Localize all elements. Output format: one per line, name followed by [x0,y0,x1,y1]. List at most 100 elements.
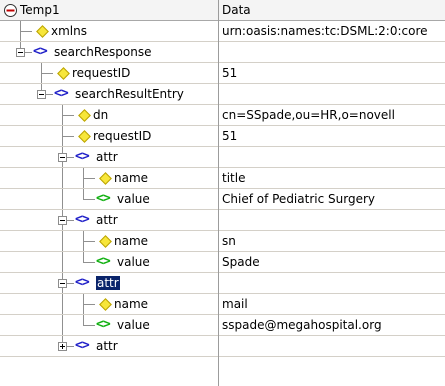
node-value: mail [222,297,248,311]
node-name: dn [93,108,109,122]
collapse-icon[interactable] [58,153,67,162]
node-value: sn [222,234,236,248]
node-value: title [222,171,246,185]
name-cell: name [0,294,218,314]
tree-guide [83,189,84,200]
collapse-icon[interactable] [16,48,25,57]
tree-row[interactable]: requestID 51 [0,63,445,84]
expand-icon[interactable] [58,342,67,351]
element-tag-icon: <> [75,149,90,164]
tree-row-element[interactable]: <> attr [0,210,445,231]
tree-guide [62,252,63,272]
column-header-data[interactable]: Data [222,3,444,17]
node-name: searchResponse [54,45,152,59]
tree-row-element[interactable]: <> attr [0,147,445,168]
node-value: cn=SSpade,ou=HR,o=novell [222,108,395,122]
tree-connector [83,241,95,242]
text-value-icon: <> [96,191,111,206]
column-header-name[interactable]: Temp1 [0,0,218,20]
root-node-label: Temp1 [20,3,60,17]
node-name: name [114,297,149,311]
tree-guide [83,252,84,263]
tree-row-element[interactable]: <> attr [0,336,445,357]
name-cell: <> attr [0,336,218,356]
tree-row-element[interactable]: <> attr [0,273,445,294]
name-cell: <> value [0,252,218,272]
name-cell: <> searchResultEntry [0,84,218,104]
node-name: attr [96,276,120,290]
node-name: attr [96,150,118,164]
node-name: attr [96,339,118,353]
attribute-diamond-icon [36,25,49,38]
tree-connector [83,178,95,179]
tree-guide [62,126,63,146]
grid-header: Temp1 Data [0,0,445,21]
tree-row[interactable]: name title [0,168,445,189]
text-value-icon: <> [96,254,111,269]
node-name: requestID [72,66,131,80]
name-cell: name [0,231,218,251]
attribute-diamond-icon [99,235,112,248]
name-cell: name [0,168,218,188]
attribute-diamond-icon [57,67,70,80]
attribute-diamond-icon [78,130,91,143]
node-name: name [114,171,149,185]
tree-row[interactable]: name mail [0,294,445,315]
tree-connector [83,325,95,326]
tree-row[interactable]: <> value sspade@megahospital.org [0,315,445,336]
name-cell: requestID [0,63,218,83]
tree-row[interactable]: <> value Chief of Pediatric Surgery [0,189,445,210]
tree-row-element[interactable]: <> searchResponse [0,42,445,63]
name-cell: <> searchResponse [0,42,218,62]
collapse-icon[interactable] [37,90,46,99]
tree-guide [62,189,63,209]
tree-guide [20,21,21,41]
tree-row[interactable]: <> value Spade [0,252,445,273]
collapse-icon[interactable] [58,279,67,288]
element-tag-icon: <> [75,275,90,290]
name-cell: <> attr [0,147,218,167]
node-name: value [117,318,150,332]
node-value: Chief of Pediatric Surgery [222,192,375,206]
tree-row-element[interactable]: <> searchResultEntry [0,84,445,105]
element-tag-icon: <> [75,212,90,227]
text-value-icon: <> [96,317,111,332]
tree-connector [62,136,74,137]
tree-guide [62,168,63,188]
collapse-root-icon[interactable] [4,4,17,17]
element-tag-icon: <> [75,338,90,353]
node-value: urn:oasis:names:tc:DSML:2:0:core [222,24,428,38]
collapse-icon[interactable] [58,216,67,225]
tree-row[interactable]: requestID 51 [0,126,445,147]
node-value: 51 [222,129,238,143]
name-cell: <> value [0,315,218,335]
tree-guide [62,231,63,251]
node-name: xmlns [51,24,87,38]
name-cell: requestID [0,126,218,146]
name-cell: <> value [0,189,218,209]
node-name: requestID [93,129,152,143]
element-tag-icon: <> [54,86,69,101]
attribute-diamond-icon [99,298,112,311]
element-tag-icon: <> [33,44,48,59]
node-value: Spade [222,255,260,269]
tree-guide [62,315,63,335]
name-cell: <> attr [0,273,218,293]
tree-guide [62,294,63,314]
node-name: attr [96,213,118,227]
tree-row[interactable]: name sn [0,231,445,252]
column-separator[interactable] [218,0,219,386]
tree-guide [83,315,84,326]
node-name: searchResultEntry [75,87,184,101]
tree-connector [83,304,95,305]
attribute-diamond-icon [99,172,112,185]
tree-guide [41,63,42,83]
tree-connector [41,73,53,74]
node-value: sspade@megahospital.org [222,318,382,332]
node-value: 51 [222,66,238,80]
tree-row[interactable]: xmlns urn:oasis:names:tc:DSML:2:0:core [0,21,445,42]
tree-guide [83,294,84,314]
node-name: value [117,192,150,206]
tree-row[interactable]: dn cn=SSpade,ou=HR,o=novell [0,105,445,126]
xml-grid-view: Temp1 Data xmlns urn:oasis:names:tc:DSML:… [0,0,445,386]
